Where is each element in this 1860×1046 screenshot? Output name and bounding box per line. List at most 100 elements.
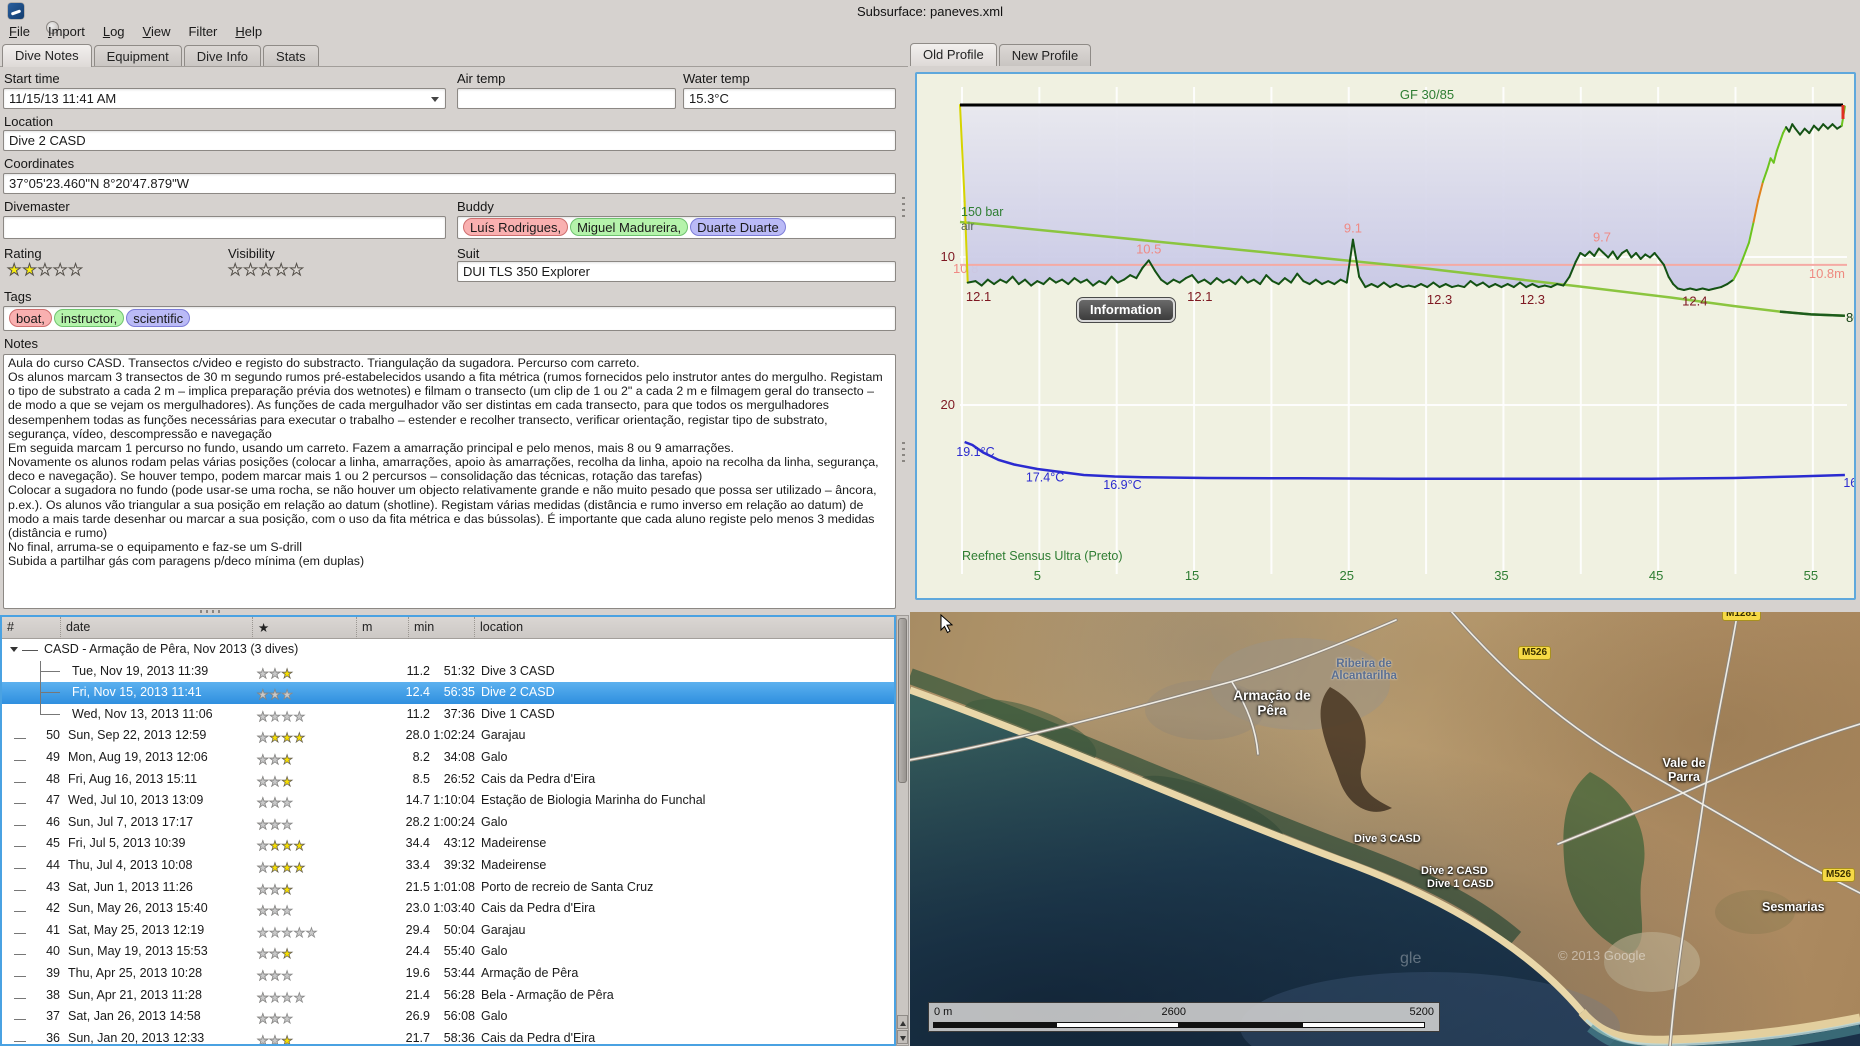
buddy-label: Buddy bbox=[457, 199, 494, 214]
buddy-chip[interactable]: Duarte Duarte bbox=[690, 218, 786, 236]
svg-text:12.4: 12.4 bbox=[1682, 294, 1707, 309]
dive-number: 42 bbox=[46, 901, 60, 916]
dive-list-header: # date ★ m min location bbox=[2, 617, 894, 639]
buddy-chip[interactable]: Luís Rodrigues, bbox=[463, 218, 569, 236]
dive-date: Sat, Jan 26, 2013 14:58 bbox=[68, 1009, 201, 1024]
coordinates-field[interactable]: 37°05'23.460"N 8°20'47.879"W bbox=[3, 173, 896, 194]
dive-row[interactable]: 43 Sat, Jun 1, 2013 11:26 ★★★ ★★ 21.5 1:01:08… bbox=[2, 877, 894, 899]
dive-date: Fri, Nov 15, 2013 11:41 bbox=[72, 685, 202, 700]
dive-site-marker-2[interactable]: Dive 2 CASD bbox=[1421, 865, 1488, 877]
dive-profile-chart: 10.810.8mGF 30/85150 barair8010205152535… bbox=[915, 72, 1856, 600]
dive-row[interactable]: 44 Thu, Jul 4, 2013 10:08 ★★★★ ★ 33.4 39:32 Ma… bbox=[2, 855, 894, 877]
scale-start: 0 m bbox=[934, 1006, 953, 1018]
column-header-★[interactable]: ★ bbox=[252, 617, 269, 639]
scrollbar-thumb[interactable] bbox=[898, 618, 907, 783]
dive-row[interactable]: Wed, Nov 13, 2013 11:06 ★ ★★★★ 11.2 37:36 Div… bbox=[2, 703, 894, 726]
dive-row[interactable]: 40 Sun, May 19, 2013 15:53 ★★★ ★★ 24.4 55:40 G… bbox=[2, 941, 894, 963]
dive-trip-row[interactable]: CASD - Armação de Pêra, Nov 2013 (3 dive… bbox=[2, 639, 894, 661]
dive-location: Galo bbox=[481, 749, 508, 764]
column-header-date[interactable]: date bbox=[60, 617, 90, 639]
dive-row[interactable]: Tue, Nov 19, 2013 11:39 ★★★ ★★ 11.2 51:32 Div… bbox=[2, 660, 894, 683]
dive-row[interactable]: 39 Thu, Apr 25, 2013 10:28 ★★ ★★★ 19.6 53:44 A… bbox=[2, 963, 894, 985]
dive-date: Thu, Apr 25, 2013 10:28 bbox=[68, 965, 203, 980]
dive-row[interactable]: 38 Sun, Apr 21, 2013 11:28 ★ ★★★★ 21.4 56:28 B… bbox=[2, 985, 894, 1007]
menu-item-import[interactable]: Import bbox=[39, 21, 94, 42]
dive-list-body: Tue, Nov 19, 2013 11:39 ★★★ ★★ 11.2 51:32 Div… bbox=[2, 660, 894, 1045]
dive-row[interactable]: 46 Sun, Jul 7, 2013 17:17 ★★ ★★★ 28.2 1:00:24… bbox=[2, 812, 894, 834]
water-temp-label: Water temp bbox=[683, 71, 750, 86]
dive-location: Dive 2 CASD bbox=[481, 685, 555, 700]
start-time-combo[interactable]: 11/15/13 11:41 AM bbox=[3, 88, 446, 109]
tags-label: Tags bbox=[4, 289, 32, 304]
horizontal-splitter[interactable] bbox=[200, 610, 220, 613]
information-button[interactable]: Information bbox=[1076, 297, 1176, 323]
menu-item-filter[interactable]: Filter bbox=[179, 21, 226, 42]
menu-item-view[interactable]: View bbox=[134, 21, 180, 42]
air-temp-field[interactable] bbox=[457, 88, 676, 109]
dive-location: Galo bbox=[481, 1009, 508, 1024]
dive-site-marker-1[interactable]: Dive 1 CASD bbox=[1427, 878, 1494, 890]
water-temp-field[interactable]: 15.3°C bbox=[683, 88, 896, 109]
collapse-arrow-icon[interactable] bbox=[10, 647, 18, 652]
chevron-down-icon[interactable] bbox=[431, 97, 439, 102]
notes-textarea[interactable]: Aula do curso CASD. Transectos c/video e… bbox=[3, 354, 896, 609]
tab-old-profile[interactable]: Old Profile bbox=[910, 43, 997, 66]
menu-item-help[interactable]: Help bbox=[226, 21, 271, 42]
tab-dive-notes[interactable]: Dive Notes bbox=[2, 44, 92, 67]
menu-item-log[interactable]: Log bbox=[94, 21, 134, 42]
buddy-field[interactable]: Luís Rodrigues, Miguel Madureira, Duarte D… bbox=[457, 216, 896, 239]
visibility-stars[interactable]: ★★★★★ bbox=[228, 260, 305, 280]
tab-dive-info[interactable]: Dive Info bbox=[183, 45, 262, 67]
dive-date: Sun, Sep 22, 2013 12:59 bbox=[68, 728, 207, 743]
location-field[interactable]: Dive 2 CASD bbox=[3, 130, 896, 151]
tab-equipment[interactable]: Equipment bbox=[93, 45, 182, 67]
divemaster-field[interactable] bbox=[3, 216, 446, 239]
tag-chip[interactable]: boat, bbox=[9, 309, 52, 327]
dive-row[interactable]: 48 Fri, Aug 16, 2013 15:11 ★★★ ★★ 8.5 26:52 Ca… bbox=[2, 769, 894, 791]
vertical-splitter[interactable] bbox=[897, 22, 910, 612]
dive-row[interactable]: 37 Sat, Jan 26, 2013 14:58 ★★ ★★★ 26.9 56:08 G… bbox=[2, 1006, 894, 1028]
dive-date: Sun, May 19, 2013 15:53 bbox=[68, 944, 208, 959]
dive-site-marker-3[interactable]: Dive 3 CASD bbox=[1354, 833, 1421, 845]
dive-row[interactable]: 49 Mon, Aug 19, 2013 12:06 ★★★ ★★ 8.2 34:08 Ga… bbox=[2, 747, 894, 769]
star-empty: ★★★ bbox=[257, 903, 294, 919]
menu-item-file[interactable]: File bbox=[0, 21, 39, 42]
dive-row[interactable]: 47 Wed, Jul 10, 2013 13:09 ★★ ★★★ 14.7 1:10:0… bbox=[2, 790, 894, 812]
dive-number: 36 bbox=[46, 1030, 60, 1045]
buddy-chip[interactable]: Miguel Madureira, bbox=[570, 218, 689, 236]
dive-number: 41 bbox=[46, 922, 60, 937]
dive-site-map[interactable]: Armação de Pêra Ribeira de Alcantarilha … bbox=[910, 612, 1860, 1046]
star-empty: ★★ bbox=[257, 751, 282, 768]
dive-row[interactable]: 45 Fri, Jul 5, 2013 10:39 ★★★★ ★ 34.4 43:12 Ma… bbox=[2, 833, 894, 855]
road-badge-m526: M526 bbox=[1822, 868, 1856, 882]
column-header-min[interactable]: min bbox=[408, 617, 434, 639]
tag-chip[interactable]: scientific bbox=[126, 309, 191, 327]
dive-list-scrollbar[interactable] bbox=[896, 615, 909, 1046]
suit-field[interactable]: DUI TLS 350 Explorer bbox=[457, 261, 896, 282]
scroll-up-button[interactable] bbox=[897, 1015, 908, 1029]
tag-chip[interactable]: instructor, bbox=[53, 309, 125, 327]
star-empty: ★ bbox=[257, 730, 270, 746]
dive-row[interactable]: 41 Sat, May 25, 2013 12:19 ★★★★★ 29.4 50:04 G… bbox=[2, 920, 894, 942]
dive-row[interactable]: Fri, Nov 15, 2013 11:41 ★★ ★★★ 12.4 56:35 Div… bbox=[2, 682, 894, 705]
svg-text:45: 45 bbox=[1649, 568, 1663, 583]
dive-duration: 56:35 bbox=[443, 685, 475, 700]
column-header-location[interactable]: location bbox=[474, 617, 523, 639]
splitter-handle bbox=[902, 197, 905, 219]
column-header-#[interactable]: # bbox=[2, 617, 14, 639]
scale-segment bbox=[1179, 1022, 1302, 1028]
dive-row[interactable]: 50 Sun, Sep 22, 2013 12:59 ★★★★ ★ 28.0 1:02:2… bbox=[2, 725, 894, 747]
scroll-down-button[interactable] bbox=[897, 1030, 908, 1044]
tab-stats[interactable]: Stats bbox=[263, 45, 319, 67]
notebook-tabs: Dive Notes Equipment Dive Info Stats bbox=[2, 44, 321, 67]
tab-new-profile[interactable]: New Profile bbox=[998, 44, 1092, 66]
trip-label: CASD - Armação de Pêra, Nov 2013 (3 dive… bbox=[44, 642, 299, 656]
dive-row[interactable]: 36 Sun, Jan 20, 2013 12:33 ★★★ ★★ 21.7 58:36 C… bbox=[2, 1028, 894, 1045]
arrow-down-icon bbox=[900, 1036, 906, 1041]
rating-stars[interactable]: ★★★★★ bbox=[7, 260, 84, 280]
dive-row[interactable]: 42 Sun, May 26, 2013 15:40 ★★ ★★★ 23.0 1:03:4… bbox=[2, 898, 894, 920]
menu-bar: File Import Log View Filter Help bbox=[0, 21, 908, 43]
tags-field[interactable]: boat, instructor, scientific bbox=[3, 306, 896, 331]
column-header-m[interactable]: m bbox=[356, 617, 372, 639]
tree-line bbox=[22, 650, 38, 651]
